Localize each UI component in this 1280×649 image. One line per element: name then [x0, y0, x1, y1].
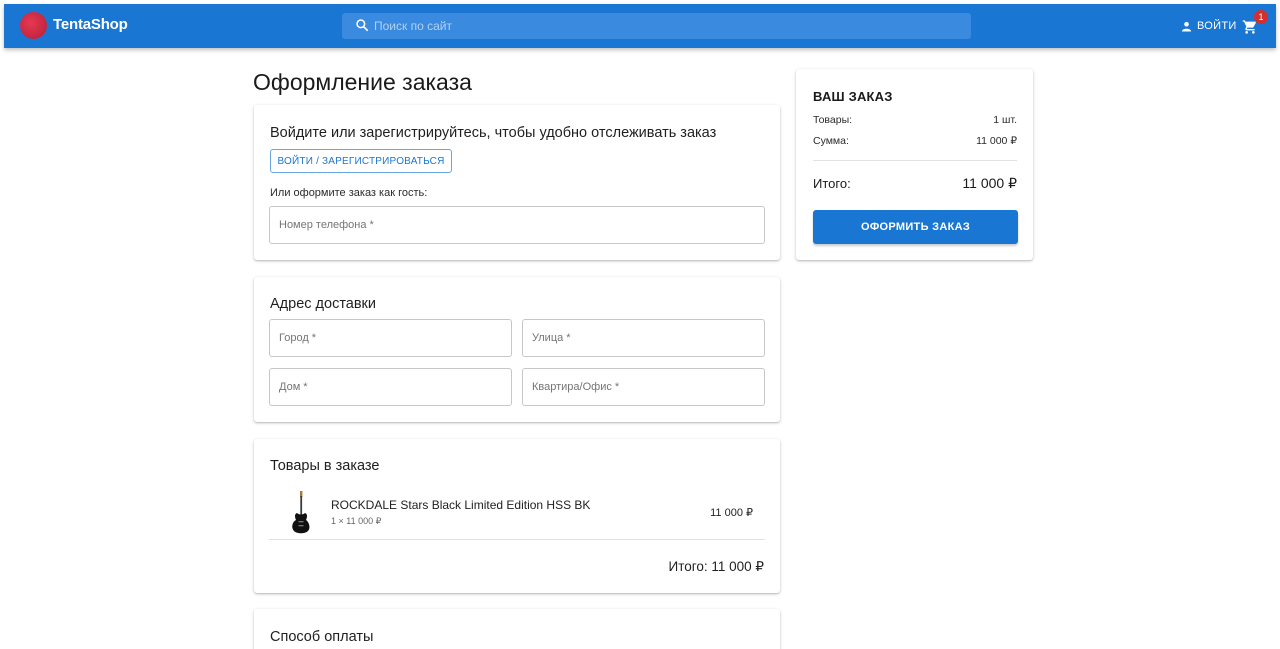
summary-sum-value: 11 000 ₽: [976, 135, 1017, 147]
house-input[interactable]: [270, 369, 511, 405]
search-input[interactable]: [374, 13, 954, 39]
search-icon: [356, 19, 369, 32]
cart-count-badge: 1: [1254, 10, 1268, 24]
house-field[interactable]: [269, 368, 512, 406]
place-order-button[interactable]: Оформить заказ: [813, 210, 1018, 244]
apartment-field[interactable]: [522, 368, 765, 406]
phone-input[interactable]: [270, 207, 764, 243]
street-field[interactable]: [522, 319, 765, 357]
logo-icon[interactable]: [20, 12, 47, 39]
guest-checkout-text: Или оформите заказ как гость:: [270, 187, 428, 199]
app-bar: TentaShop Войти 1: [4, 4, 1276, 48]
payment-card: Способ оплаты: [254, 609, 780, 649]
city-input[interactable]: [270, 320, 511, 356]
summary-sum-label: Сумма:: [813, 135, 849, 147]
phone-field[interactable]: [269, 206, 765, 244]
item-price: 11 000 ₽: [710, 507, 753, 519]
address-card: Адрес доставки: [254, 277, 780, 422]
apartment-input[interactable]: [523, 369, 764, 405]
login-button[interactable]: Войти: [1181, 16, 1237, 36]
street-input[interactable]: [523, 320, 764, 356]
summary-goods-label: Товары:: [813, 114, 853, 126]
search-bar[interactable]: [342, 13, 971, 39]
summary-goods-value: 1 шт.: [993, 114, 1017, 126]
items-divider: [269, 539, 765, 540]
order-items-card: Товары в заказе ROCKDALE Stars Black Lim…: [254, 439, 780, 593]
item-name[interactable]: ROCKDALE Stars Black Limited Edition HSS…: [331, 498, 590, 512]
page: TentaShop Войти 1 Оформление заказа Войд…: [0, 0, 1280, 649]
summary-divider: [813, 160, 1017, 161]
person-icon: [1181, 21, 1192, 32]
auth-heading: Войдите или зарегистрируйтесь, чтобы удо…: [270, 125, 717, 141]
item-quantity: 1 × 11 000 ₽: [331, 516, 382, 526]
auth-card: Войдите или зарегистрируйтесь, чтобы удо…: [254, 105, 780, 260]
login-register-button[interactable]: Войти / Зарегистрироваться: [270, 149, 452, 173]
city-field[interactable]: [269, 319, 512, 357]
list-item[interactable]: ROCKDALE Stars Black Limited Edition HSS…: [269, 489, 765, 537]
items-total: Итого: 11 000 ₽: [668, 559, 764, 574]
cart-button[interactable]: 1: [1242, 10, 1268, 38]
login-label: Войти: [1197, 20, 1237, 32]
summary-total-label: Итого:: [813, 176, 851, 191]
summary-total-value: 11 000 ₽: [962, 175, 1017, 191]
payment-heading: Способ оплаты: [270, 629, 374, 645]
guitar-thumbnail: [292, 491, 310, 534]
address-heading: Адрес доставки: [270, 296, 377, 312]
page-title: Оформление заказа: [253, 69, 472, 95]
order-summary-card: ВАШ ЗАКАЗ Товары: 1 шт. Сумма: 11 000 ₽ …: [796, 69, 1033, 260]
summary-heading: ВАШ ЗАКАЗ: [813, 89, 893, 104]
order-items-heading: Товары в заказе: [270, 458, 380, 474]
brand-name[interactable]: TentaShop: [53, 16, 128, 33]
